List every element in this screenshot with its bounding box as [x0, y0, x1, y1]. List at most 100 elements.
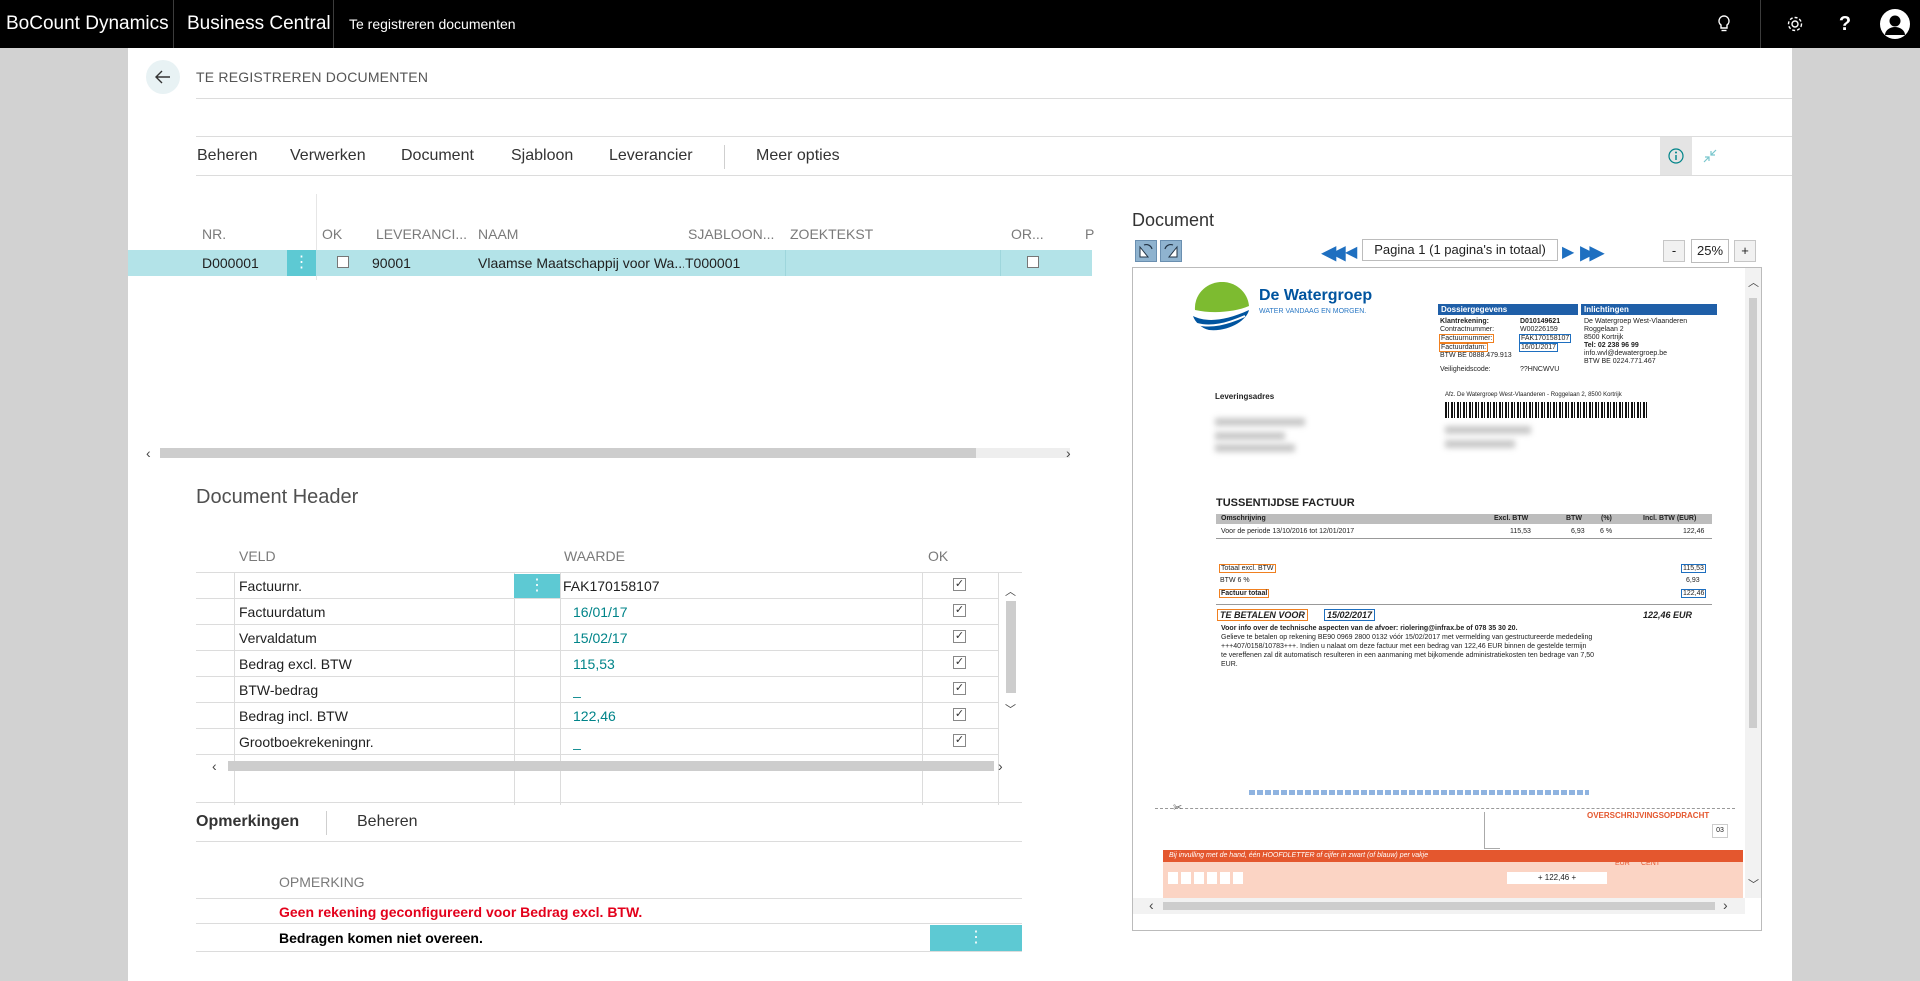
rotate-right-button[interactable] [1160, 240, 1182, 262]
sender-line: Afz. De Watergroep West-Vlaanderen - Rog… [1445, 392, 1622, 398]
scroll-left-icon[interactable]: ‹ [146, 445, 151, 461]
ok-checkbox[interactable]: ✓ [953, 708, 966, 721]
collapse-button[interactable] [1694, 137, 1726, 175]
scroll-down-icon[interactable]: ﹀ [1748, 876, 1759, 892]
scroll-track [976, 448, 1070, 458]
field-label: Vervaldatum [239, 630, 317, 646]
col-veld[interactable]: VELD [239, 548, 276, 564]
document-viewer[interactable]: De Watergroep WATER VANDAAG EN MORGEN. D… [1132, 267, 1762, 931]
table-row[interactable]: BTW-bedrag _ ✓ [196, 677, 998, 703]
table-row[interactable]: Vervaldatum 15/02/17 ✓ [196, 625, 998, 651]
zoom-out-button[interactable]: - [1663, 240, 1685, 262]
prev-page-icon[interactable]: ◀ [1345, 242, 1357, 262]
zoom-in-button[interactable]: + [1734, 240, 1756, 262]
product-name[interactable]: Business Central [187, 0, 331, 48]
divider [1760, 0, 1761, 48]
scroll-up-icon[interactable]: ︿ [1005, 583, 1016, 599]
col-waarde[interactable]: WAARDE [564, 548, 625, 564]
col-nr[interactable]: NR. [202, 226, 226, 242]
table-row[interactable]: Factuurdatum 16/01/17 ✓ [196, 599, 998, 625]
klant-label: Klantrekening: [1440, 318, 1490, 325]
col-ok[interactable]: OK [322, 226, 342, 242]
table-row[interactable]: Factuurnr. FAK170158107 ✓ [196, 573, 998, 599]
scroll-right-icon[interactable]: › [1723, 897, 1728, 913]
scroll-left-icon[interactable]: ‹ [1149, 897, 1154, 913]
table-row[interactable]: Geen rekening geconfigureerd voor Bedrag… [196, 898, 1022, 924]
ok-checkbox[interactable]: ✓ [953, 734, 966, 747]
rotate-left-button[interactable] [1135, 240, 1157, 262]
back-button[interactable] [146, 60, 180, 94]
scroll-left-icon[interactable]: ‹ [212, 758, 217, 774]
scroll-thumb[interactable] [228, 761, 994, 771]
action-beheren[interactable]: Beheren [197, 147, 258, 165]
row-menu-button[interactable]: ⋮ [930, 925, 1022, 951]
first-page-icon[interactable]: ◀◀ [1321, 240, 1346, 265]
action-verwerken[interactable]: Verwerken [290, 147, 366, 165]
blurred-address [1445, 426, 1531, 434]
tab-beheren[interactable]: Beheren [357, 813, 418, 831]
row-ok-checkbox[interactable] [337, 256, 349, 268]
row-nr[interactable]: D000001 [202, 255, 259, 271]
grid-hscrollbar[interactable]: ‹ › [196, 758, 1022, 774]
table-row[interactable]: Bedragen komen niet overeen. ⋮ [196, 924, 1022, 952]
help-icon[interactable]: ? [1825, 0, 1865, 48]
last-page-icon[interactable]: ▶▶ [1580, 240, 1605, 265]
grid-vscrollbar[interactable]: ︿ ﹀ [1004, 583, 1018, 723]
col-or[interactable]: OR... [1011, 226, 1044, 242]
field-value[interactable]: 15/02/17 [573, 630, 628, 646]
table-row[interactable]: Bedrag incl. BTW 122,46 ✓ [196, 703, 998, 729]
field-value[interactable]: FAK170158107 [563, 578, 660, 594]
col-opmerking[interactable]: OPMERKING [279, 874, 365, 890]
scroll-right-icon[interactable]: › [1066, 445, 1071, 461]
field-value[interactable]: 122,46 [573, 708, 616, 724]
scroll-thumb[interactable] [160, 448, 976, 458]
info-button[interactable] [1660, 137, 1692, 175]
fine-print [1249, 790, 1589, 795]
ok-checkbox[interactable]: ✓ [953, 630, 966, 643]
ok-checkbox[interactable]: ✓ [953, 682, 966, 695]
row-or-checkbox[interactable] [1027, 256, 1039, 268]
field-value[interactable]: 115,53 [573, 656, 615, 672]
row-leverancier[interactable]: 90001 [372, 255, 411, 271]
gear-icon[interactable] [1775, 0, 1815, 48]
ok-checkbox[interactable]: ✓ [953, 604, 966, 617]
action-sjabloon[interactable]: Sjabloon [511, 147, 573, 165]
scroll-down-icon[interactable]: ﹀ [1005, 701, 1016, 717]
ok-checkbox[interactable]: ✓ [953, 578, 966, 591]
zoom-level[interactable]: 25% [1691, 239, 1729, 263]
scroll-thumb[interactable] [1163, 902, 1715, 910]
tab-opmerkingen[interactable]: Opmerkingen [196, 813, 299, 831]
viewer-hscrollbar[interactable]: ‹ › [1133, 897, 1745, 914]
scroll-thumb[interactable] [1749, 298, 1757, 728]
invoice-table-header: Omschrijving Excl. BTW BTW (%) Incl. BTW… [1216, 514, 1712, 524]
user-icon[interactable] [1875, 0, 1915, 48]
col-ok[interactable]: OK [928, 548, 948, 564]
action-leverancier[interactable]: Leverancier [609, 147, 693, 165]
row-menu-button[interactable]: ⋮ [287, 250, 316, 276]
ok-checkbox[interactable]: ✓ [953, 656, 966, 669]
table-row[interactable]: D000001 ⋮ 90001 Vlaamse Maatschappij voo… [128, 250, 1092, 276]
col-p[interactable]: P [1085, 226, 1094, 242]
brand-name[interactable]: BoCount Dynamics [6, 0, 169, 48]
scroll-right-icon[interactable]: › [998, 758, 1003, 774]
next-page-icon[interactable]: ▶ [1562, 242, 1574, 262]
lightbulb-icon[interactable] [1704, 0, 1744, 48]
action-document[interactable]: Document [401, 147, 474, 165]
col-naam[interactable]: NAAM [478, 226, 518, 242]
viewer-vscrollbar[interactable]: ︿ ﹀ [1745, 268, 1761, 898]
action-more-options[interactable]: Meer opties [756, 147, 840, 165]
scroll-up-icon[interactable]: ︿ [1748, 274, 1759, 290]
scroll-thumb[interactable] [1006, 601, 1016, 693]
blurred-address [1215, 432, 1285, 440]
col-zoektekst[interactable]: ZOEKTEKST [790, 226, 873, 242]
list-scrollbar[interactable]: ‹ › [128, 445, 1092, 461]
field-value[interactable]: _ [573, 682, 581, 698]
divider [333, 0, 334, 48]
col-leverancier[interactable]: LEVERANCI... [376, 226, 467, 242]
fact-tot-label: Factuur totaal [1219, 589, 1270, 598]
table-row[interactable]: Bedrag excl. BTW 115,53 ✓ [196, 651, 998, 677]
table-row[interactable]: Grootboekrekeningnr. _ ✓ [196, 729, 998, 755]
col-sjabloon[interactable]: SJABLOON... [688, 226, 774, 242]
field-value[interactable]: 16/01/17 [573, 604, 628, 620]
field-value[interactable]: _ [573, 734, 581, 750]
